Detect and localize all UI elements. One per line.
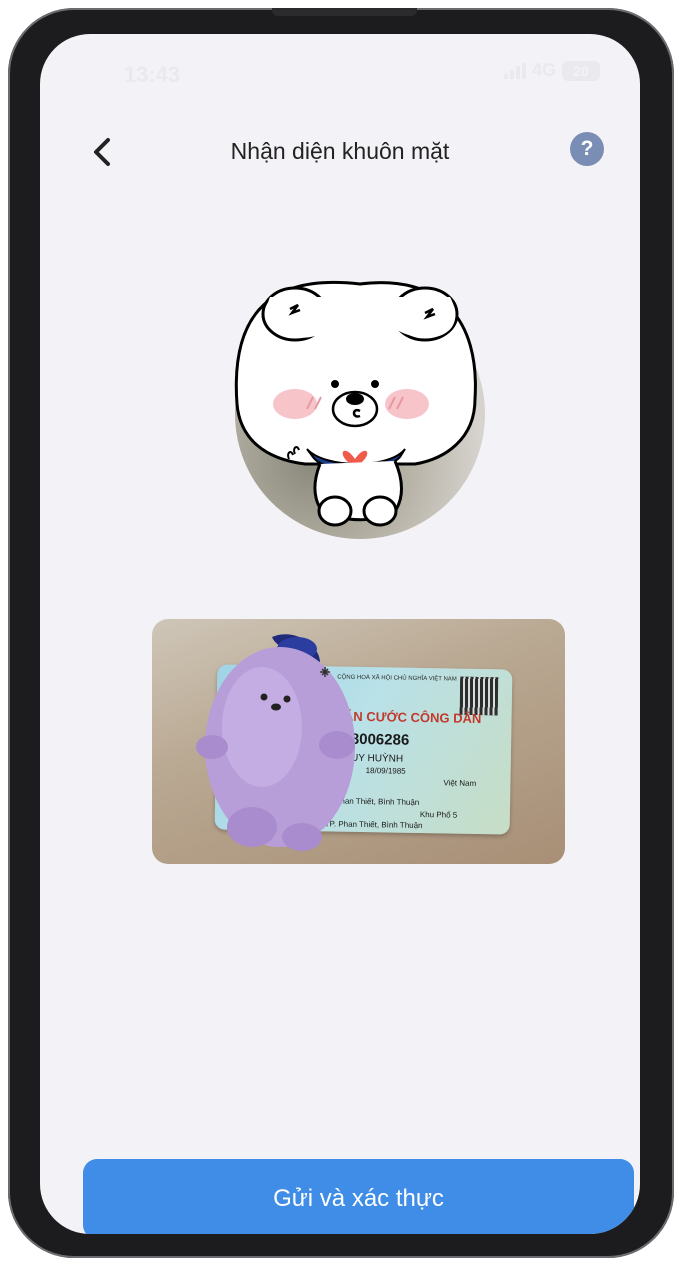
status-indicators: 4G 20 (503, 60, 600, 81)
id-card-photo: CỘNG HOÀ XÃ HỘI CHỦ NGHĨA VIỆT NAM CĂN C… (152, 619, 565, 864)
id-card-nationality: Việt Nam (443, 778, 477, 788)
qr-code-icon (459, 676, 499, 716)
id-card-dob: 18/09/1985 (365, 766, 406, 776)
status-time: 13:43 (124, 62, 181, 87)
purple-mascot-icon (196, 634, 355, 851)
id-card-residence-1: Khu Phố 5 (419, 809, 458, 820)
submit-verify-button[interactable]: Gửi và xác thực (83, 1159, 634, 1234)
app-screen: 13:43 4G 20 Nhận diện khuôn mặt ? CỘNG H… (40, 34, 640, 1234)
face-photo (234, 280, 485, 539)
signal-icon (503, 62, 526, 79)
bear-sticker-icon (234, 280, 477, 527)
page-title: Nhận diện khuôn mặt (230, 138, 450, 164)
question-icon: ? (580, 137, 594, 160)
navigation-bar: Nhận diện khuôn mặt ? (40, 124, 640, 184)
battery-level: 20 (573, 62, 589, 79)
battery-icon: 20 (562, 60, 600, 81)
network-type: 4G (531, 60, 556, 80)
phone-speaker (272, 8, 417, 16)
status-bar: 13:43 4G 20 (40, 34, 640, 104)
help-button[interactable]: ? (570, 132, 604, 166)
